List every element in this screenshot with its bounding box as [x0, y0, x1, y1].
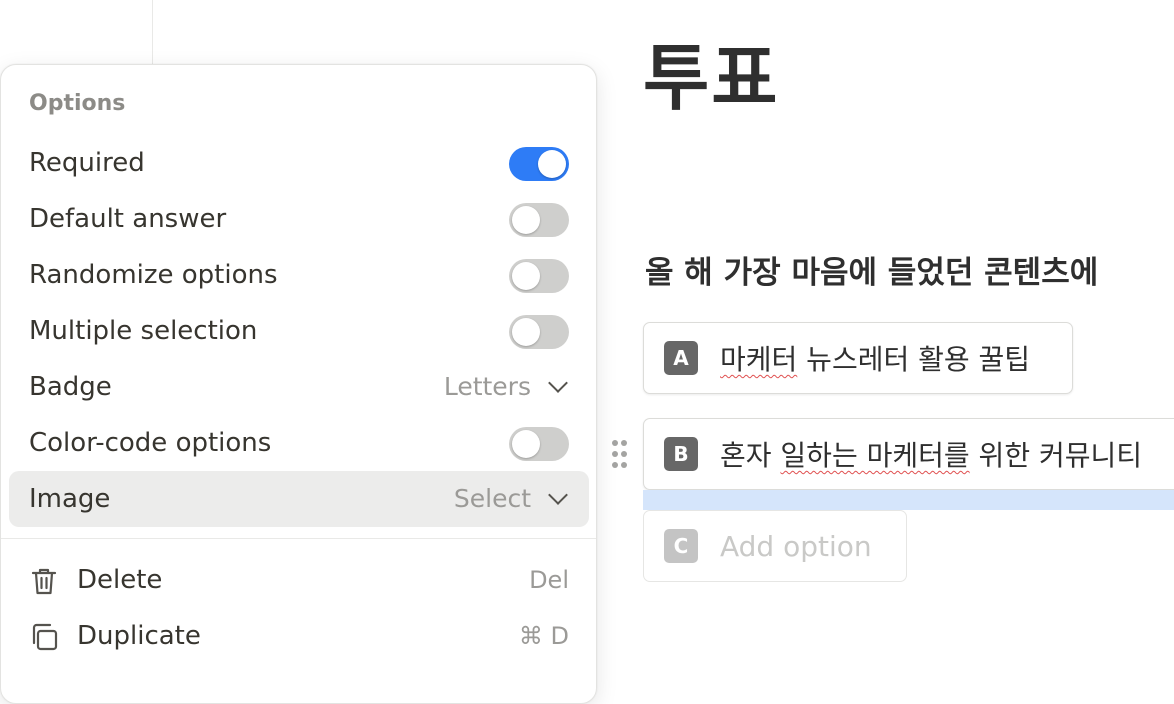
toggle-knob	[512, 430, 540, 458]
badge-value: Letters	[443, 372, 531, 401]
chevron-down-icon	[548, 372, 568, 393]
option-text-a[interactable]: 마케터 뉴스레터 활용 꿀팁	[720, 338, 1030, 378]
sidebar-divider	[152, 0, 153, 64]
required-toggle[interactable]	[509, 147, 569, 181]
multiple-selection-toggle[interactable]	[509, 315, 569, 349]
badge-label: Badge	[29, 372, 112, 402]
duplicate-shortcut: ⌘ D	[518, 622, 569, 650]
chevron-down-icon	[548, 484, 568, 505]
spellcheck-mark: 마케터	[720, 343, 798, 376]
image-value: Select	[453, 484, 531, 513]
color-code-label: Color-code options	[29, 428, 272, 458]
color-code-toggle[interactable]	[509, 427, 569, 461]
required-label: Required	[29, 148, 145, 178]
randomize-options-label: Randomize options	[29, 260, 278, 290]
duplicate-label: Duplicate	[77, 621, 201, 651]
add-option-placeholder: Add option	[720, 529, 872, 563]
option-badge-b: B	[664, 437, 698, 471]
page-title: 투표	[643, 36, 780, 120]
duplicate-menu-item[interactable]: Duplicate ⌘ D	[9, 608, 589, 664]
randomize-options-row[interactable]: Randomize options	[9, 247, 589, 303]
panel-divider	[1, 538, 596, 539]
multiple-selection-label: Multiple selection	[29, 316, 258, 346]
toggle-knob	[512, 262, 540, 290]
option-badge-a: A	[664, 341, 698, 375]
toggle-knob	[512, 206, 540, 234]
option-text-b[interactable]: 혼자 일하는 마케터를 위한 커뮤니티	[720, 434, 1142, 474]
multiple-selection-row[interactable]: Multiple selection	[9, 303, 589, 359]
trash-icon	[31, 568, 57, 595]
image-label: Image	[29, 484, 111, 514]
add-option-button[interactable]: C Add option	[643, 510, 907, 582]
badge-select[interactable]: Letters	[443, 359, 568, 415]
delete-menu-item[interactable]: Delete Del	[9, 552, 589, 608]
image-select[interactable]: Select	[453, 471, 568, 527]
copy-icon	[32, 623, 58, 651]
delete-shortcut: Del	[529, 566, 569, 594]
default-answer-row[interactable]: Default answer	[9, 191, 589, 247]
option-badge-c: C	[664, 529, 698, 563]
delete-label: Delete	[77, 565, 163, 595]
required-row[interactable]: Required	[9, 135, 589, 191]
randomize-options-toggle[interactable]	[509, 259, 569, 293]
poll-option-b[interactable]: B 혼자 일하는 마케터를 위한 커뮤니티	[643, 418, 1174, 490]
default-answer-toggle[interactable]	[509, 203, 569, 237]
poll-option-a[interactable]: A 마케터 뉴스레터 활용 꿀팁	[643, 322, 1073, 394]
default-answer-label: Default answer	[29, 204, 227, 234]
image-row[interactable]: Image Select	[9, 471, 589, 527]
drag-handle-icon[interactable]	[610, 439, 630, 471]
spellcheck-mark: 일하는 마케터를	[780, 439, 970, 472]
badge-row[interactable]: Badge Letters	[9, 359, 589, 415]
drop-indicator	[643, 490, 1174, 510]
toggle-knob	[512, 318, 540, 346]
color-code-row[interactable]: Color-code options	[9, 415, 589, 471]
question-title[interactable]: 올 해 가장 마음에 들었던 콘텐츠에	[645, 248, 1098, 298]
toggle-knob	[538, 150, 566, 178]
options-panel: Options Required Default answer Randomiz…	[0, 64, 597, 704]
panel-heading: Options	[29, 91, 126, 116]
